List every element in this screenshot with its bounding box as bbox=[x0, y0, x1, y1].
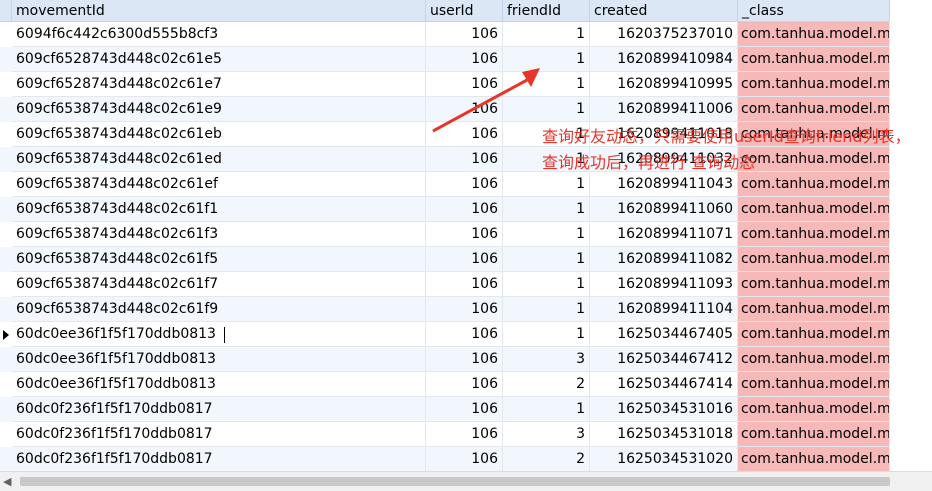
scroll-left-arrow-icon[interactable]: ◀ bbox=[3, 475, 11, 489]
annotation-arrow-icon bbox=[432, 68, 540, 133]
horizontal-scrollbar[interactable]: ◀ bbox=[0, 471, 932, 491]
scrollbar-thumb[interactable] bbox=[20, 477, 890, 486]
